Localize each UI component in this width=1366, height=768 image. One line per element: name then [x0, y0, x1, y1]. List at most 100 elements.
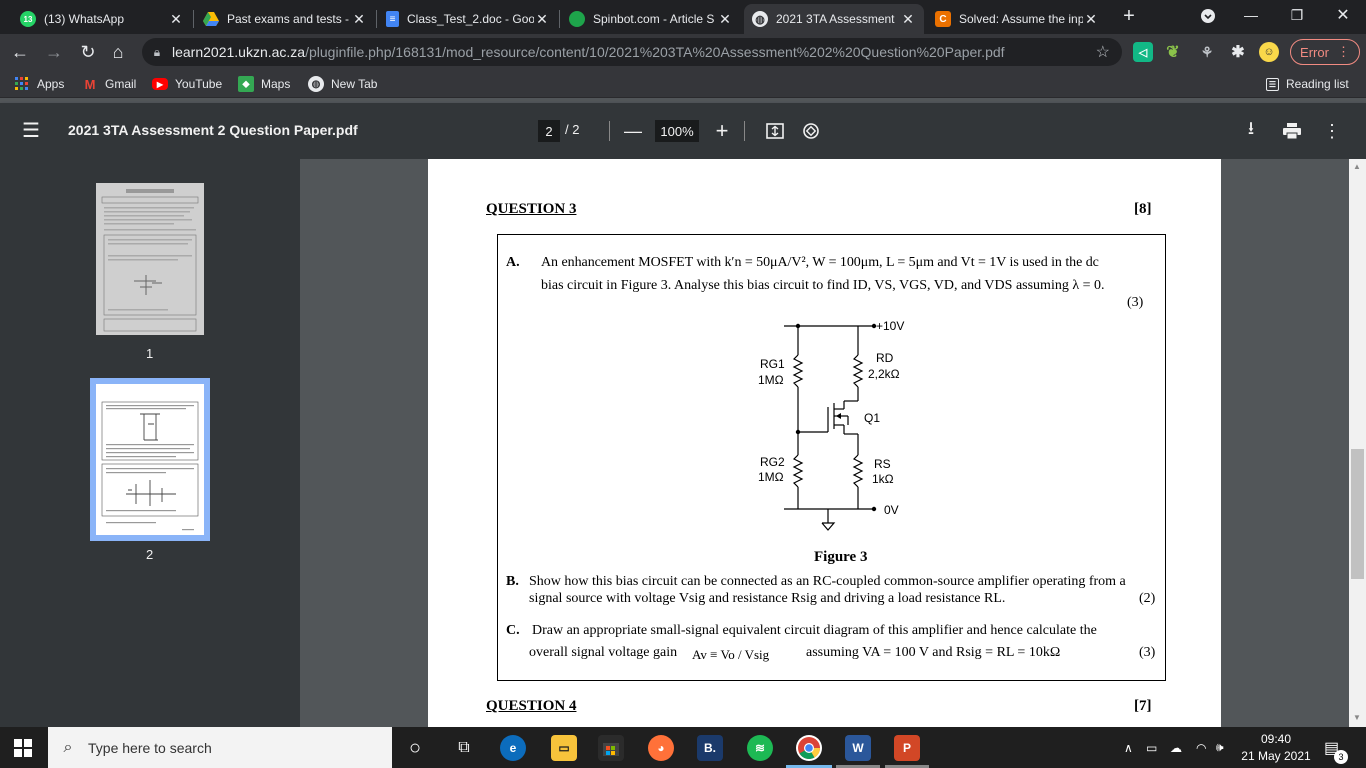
tab-title: Past exams and tests -	[227, 12, 350, 26]
part-b-label: B.	[506, 574, 519, 589]
zoom-in-button[interactable]: +	[711, 118, 733, 143]
tab-past-exams[interactable]: Past exams and tests - ✕	[195, 4, 375, 34]
word-icon[interactable]: W	[845, 735, 871, 761]
avatar[interactable]: ☺	[1259, 42, 1279, 62]
onedrive-icon[interactable]: ☁	[1170, 727, 1182, 768]
close-icon[interactable]: ✕	[1083, 11, 1099, 28]
question-4-title: QUESTION 4	[486, 698, 577, 714]
pdf-viewer[interactable]: QUESTION 3 [8] A. An enhancement MOSFET …	[300, 159, 1349, 727]
bookmark-star-icon[interactable]: ☆	[1096, 42, 1110, 62]
print-icon[interactable]	[1281, 120, 1303, 142]
part-b-text: Show how this bias circuit can be connec…	[529, 574, 1126, 589]
minimize-button[interactable]: —	[1228, 0, 1274, 30]
clock[interactable]: 09:40 21 May 2021	[1240, 731, 1312, 765]
bookmark-youtube[interactable]: ▶ YouTube	[152, 75, 222, 93]
figure-3-circuit	[784, 323, 877, 531]
close-icon[interactable]: ✕	[168, 11, 184, 28]
rotate-icon[interactable]	[800, 120, 822, 142]
menu-icon[interactable]: ☰	[22, 120, 44, 142]
maps-icon: ⬥	[238, 76, 254, 92]
windows-start-icon[interactable]	[14, 739, 32, 757]
back-button[interactable]: ←	[8, 40, 32, 64]
tab-whatsapp[interactable]: 13 (13) WhatsApp ✕	[12, 4, 192, 34]
bookmark-gmail[interactable]: M Gmail	[82, 75, 137, 93]
error-label: Error	[1300, 44, 1329, 60]
tab-spinbot[interactable]: Spinbot.com - Article S ✕	[561, 4, 741, 34]
part-c-text: assuming VA = 100 V and Rsig = RL = 10kΩ	[806, 645, 1061, 660]
bookmark-label: Apps	[37, 77, 65, 91]
bookmark-apps[interactable]: Apps	[14, 75, 64, 93]
page-thumbnail-1[interactable]	[96, 183, 204, 335]
tab-separator	[559, 10, 560, 28]
home-button[interactable]: ⌂	[106, 40, 130, 64]
youtube-icon: ▶	[152, 78, 168, 90]
cortana-icon[interactable]: ○	[402, 735, 428, 761]
scroll-up-icon[interactable]: ▲	[1353, 162, 1361, 171]
spotify-icon[interactable]: ≋	[747, 735, 773, 761]
reload-button[interactable]: ↻	[76, 40, 100, 64]
chrome-icon[interactable]	[796, 735, 822, 761]
close-icon[interactable]: ✕	[351, 11, 367, 28]
tab-title: Class_Test_2.doc - Goo	[407, 12, 534, 26]
wifi-icon[interactable]: ◠	[1196, 727, 1206, 768]
part-b-marks: (2)	[1139, 591, 1156, 606]
forward-button[interactable]: →	[42, 40, 66, 64]
zoom-out-button[interactable]: —	[622, 120, 644, 142]
page-thumbnail-image	[96, 384, 204, 535]
notification-icon[interactable]: ▤ 3	[1324, 727, 1348, 768]
scrollbar-thumb[interactable]	[1351, 449, 1364, 579]
lock-icon[interactable]: 🔒︎	[142, 45, 172, 60]
taskbar-search[interactable]: ⌕ Type here to search	[48, 727, 392, 768]
tab-chegg[interactable]: C Solved: Assume the inp ✕	[927, 4, 1107, 34]
volume-icon[interactable]: 🕪︎	[1216, 727, 1224, 768]
question-4-marks: [7]	[1134, 698, 1152, 714]
clock-date: 21 May 2021	[1241, 749, 1311, 763]
google-drive-icon	[203, 11, 219, 27]
b-app-icon[interactable]: B.	[697, 735, 723, 761]
battery-icon[interactable]: ▭	[1146, 727, 1157, 768]
clock-time: 09:40	[1260, 732, 1292, 746]
firefox-icon[interactable]: ◕	[648, 735, 674, 761]
bookmark-label: New Tab	[331, 77, 378, 91]
edge-icon[interactable]: e	[500, 735, 526, 761]
fit-page-icon[interactable]	[764, 120, 786, 142]
task-view-icon[interactable]: ⧉	[451, 735, 477, 761]
scrollbar[interactable]: ▲ ▼	[1349, 159, 1366, 727]
store-icon[interactable]	[598, 735, 624, 761]
tab-search-icon[interactable]	[1196, 4, 1220, 28]
close-icon[interactable]: ✕	[717, 11, 733, 28]
close-icon[interactable]: ✕	[900, 11, 916, 28]
bookmark-new-tab[interactable]: ◍ New Tab	[308, 75, 377, 93]
zoom-input[interactable]: 100%	[655, 120, 699, 142]
close-icon[interactable]: ✕	[534, 11, 550, 28]
new-tab-button[interactable]: +	[1117, 4, 1141, 28]
powerpoint-icon[interactable]: P	[894, 735, 920, 761]
tab-separator	[193, 10, 194, 28]
taskbar: ⌕ Type here to search ○ ⧉ e ▭ ◕ B. ≋ W P…	[0, 727, 1366, 768]
ground-label: 0V	[884, 503, 899, 517]
error-button[interactable]: Error ⋮	[1290, 39, 1360, 65]
restore-button[interactable]: ❐	[1274, 0, 1320, 30]
show-hidden-icons[interactable]: ∧	[1124, 727, 1133, 768]
puzzle-icon[interactable]: ✱	[1228, 42, 1248, 62]
address-bar[interactable]: 🔒︎ learn2021.ukzn.ac.za/pluginfile.php/1…	[142, 38, 1122, 66]
close-window-button[interactable]: ✕	[1320, 0, 1366, 30]
google-docs-icon: ≡	[386, 11, 399, 27]
extension-icon[interactable]: ⚘	[1197, 42, 1217, 62]
part-c-marks: (3)	[1139, 645, 1156, 660]
download-icon[interactable]: ⭳	[1240, 118, 1262, 142]
tab-class-test[interactable]: ≡ Class_Test_2.doc - Goo ✕	[378, 4, 558, 34]
bookmark-maps[interactable]: ⬥ Maps	[238, 75, 290, 93]
page-thumbnail-2[interactable]	[90, 378, 210, 541]
tab-3ta-assessment[interactable]: ◍ 2021 3TA Assessment ✕	[744, 4, 924, 34]
gain-formula: Av ≡ Vo / Vsig	[692, 647, 770, 662]
leaf-extension-icon[interactable]: ❦	[1163, 42, 1183, 62]
reading-list-button[interactable]: ☰ Reading list	[1266, 75, 1349, 93]
search-placeholder: Type here to search	[88, 739, 212, 756]
file-explorer-icon[interactable]: ▭	[551, 735, 577, 761]
page-number-input[interactable]: 2	[538, 120, 560, 142]
extension-icon[interactable]: ◁	[1133, 42, 1153, 62]
more-actions-icon[interactable]: ⋮	[1321, 120, 1343, 142]
scroll-down-icon[interactable]: ▼	[1353, 713, 1361, 722]
thumbnail-pane: 1 2	[0, 159, 300, 727]
